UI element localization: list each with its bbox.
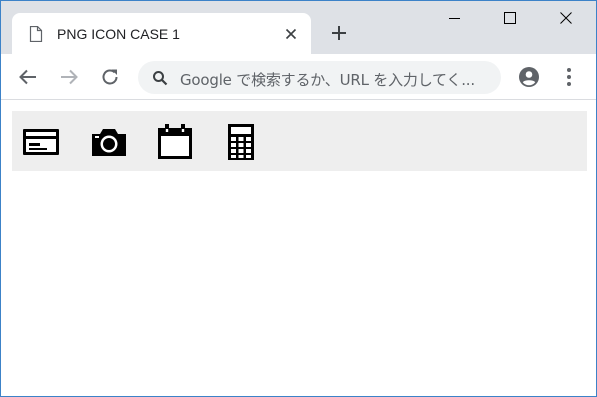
address-bar-placeholder: Google で検索するか、URL を入力してく... (180, 71, 475, 89)
arrow-forward-icon[interactable] (58, 66, 80, 88)
window-close-button[interactable] (543, 1, 589, 33)
camera-icon (90, 123, 128, 161)
browser-window: PNG ICON CASE 1 Google で検索するか、URL を入力してく… (0, 0, 597, 397)
maximize-button[interactable] (487, 1, 533, 33)
icon-bar (12, 111, 587, 171)
calendar-icon (156, 123, 194, 161)
more-vert-icon[interactable] (560, 66, 578, 88)
tab-strip: PNG ICON CASE 1 (1, 1, 596, 54)
maximize-icon (504, 12, 516, 24)
file-icon (29, 25, 43, 43)
close-icon[interactable] (285, 27, 297, 40)
page-content (1, 101, 596, 396)
browser-toolbar: Google で検索するか、URL を入力してく... (1, 54, 596, 100)
calculator-icon (222, 123, 260, 161)
credit-card-icon (22, 123, 60, 161)
address-bar[interactable]: Google で検索するか、URL を入力してく... (138, 61, 501, 94)
tab-title: PNG ICON CASE 1 (57, 26, 180, 42)
minimize-button[interactable] (432, 1, 478, 33)
reload-icon[interactable] (99, 66, 121, 88)
minimize-icon (449, 18, 460, 19)
account-circle-icon[interactable] (518, 66, 540, 88)
search-icon (152, 70, 168, 86)
tab-active[interactable]: PNG ICON CASE 1 (12, 13, 311, 54)
arrow-back-icon[interactable] (17, 66, 39, 88)
close-icon (560, 12, 572, 24)
plus-icon[interactable] (330, 24, 348, 42)
